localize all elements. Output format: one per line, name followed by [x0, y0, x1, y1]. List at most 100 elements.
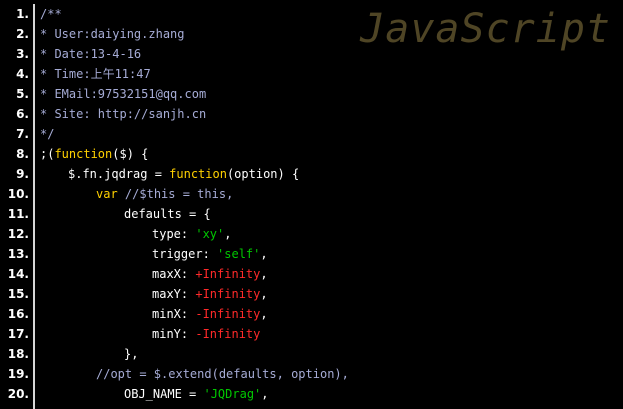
line-code: * Site: http://sanjh.cn [40, 104, 206, 124]
code-editor: JavaScript 1./** 2. * User:daiying.zhang 3.… [0, 0, 623, 409]
code-token-string: 'JQDrag' [203, 387, 262, 401]
line-number: 2. [16, 27, 29, 41]
code-token-string: 'self' [217, 247, 261, 261]
code-token-plain: type: [152, 227, 196, 241]
line-code: }, [124, 344, 138, 364]
code-token-plain: maxX: [152, 267, 196, 281]
code-line: 20. OBJ_NAME = 'JQDrag', [0, 384, 623, 404]
code-line: 4. * Time:上午11:47 [0, 64, 623, 84]
line-code: //opt = $.extend(defaults, option), [96, 364, 349, 384]
code-line: 11. defaults = { [0, 204, 623, 224]
code-token-comment: * Site: http://sanjh.cn [40, 107, 207, 121]
code-token-number: -Infinity [195, 307, 261, 321]
code-token-keyword: function [54, 147, 113, 161]
code-token-comment: //opt = $.extend(defaults, option), [96, 367, 349, 381]
line-code: * Time:上午11:47 [40, 64, 151, 84]
line-number: 19. [7, 367, 29, 381]
code-token-plain: , [260, 247, 268, 261]
line-code: var //$this = this, [96, 184, 233, 204]
line-code: * EMail:97532151@qq.com [40, 84, 206, 104]
line-code: OBJ_NAME = 'JQDrag', [124, 384, 269, 404]
code-token-comment: * EMail:97532151@qq.com [40, 87, 207, 101]
code-token-plain: ;( [40, 147, 55, 161]
code-token-plain: OBJ_NAME = [124, 387, 204, 401]
line-number: 11. [7, 207, 29, 221]
code-line: 9. $.fn.jqdrag = function(option) { [0, 164, 623, 184]
code-token-plain: (option) { [226, 167, 300, 181]
line-code: ;(function($) { [40, 144, 148, 164]
line-number: 7. [16, 127, 29, 141]
code-token-plain: ($) { [112, 147, 149, 161]
line-number: 8. [16, 147, 29, 161]
line-number: 12. [7, 227, 29, 241]
line-number: 16. [7, 307, 29, 321]
line-number: 18. [7, 347, 29, 361]
code-token-comment: * Time:上午11:47 [40, 67, 151, 81]
code-token-plain: maxY: [152, 287, 196, 301]
code-line: 5. * EMail:97532151@qq.com [0, 84, 623, 104]
line-number: 1. [16, 7, 29, 21]
line-number: 4. [16, 67, 29, 81]
code-line: 3. * Date:13-4-16 [0, 44, 623, 64]
line-number: 20. [7, 387, 29, 401]
line-code: trigger: 'self', [152, 244, 268, 264]
code-line: 18.}, [0, 344, 623, 364]
code-token-plain: trigger: [152, 247, 218, 261]
code-token-plain: , [224, 227, 232, 241]
code-line: 14. maxX: +Infinity, [0, 264, 623, 284]
line-number: 14. [7, 267, 29, 281]
code-token-plain: defaults = { [124, 207, 211, 221]
code-token-comment: //$this = this, [124, 187, 234, 201]
code-token-comment: * Date:13-4-16 [40, 47, 142, 61]
code-token-plain: , [260, 287, 268, 301]
code-token-number: +Infinity [195, 267, 261, 281]
line-code: * Date:13-4-16 [40, 44, 141, 64]
code-line: 12. type: 'xy', [0, 224, 623, 244]
line-code: minY: -Infinity [152, 324, 260, 344]
line-code: type: 'xy', [152, 224, 232, 244]
code-token-plain: , [261, 387, 269, 401]
code-token-plain: , [260, 267, 268, 281]
line-number: 15. [7, 287, 29, 301]
line-number: 5. [16, 87, 29, 101]
line-number: 13. [7, 247, 29, 261]
line-code: $.fn.jqdrag = function(option) { [68, 164, 299, 184]
code-line: 7. */ [0, 124, 623, 144]
line-number: 17. [7, 327, 29, 341]
line-code: /** [40, 4, 62, 24]
code-line: 16. minX: -Infinity, [0, 304, 623, 324]
code-token-plain: , [260, 307, 268, 321]
line-code: */ [40, 124, 54, 144]
line-number: 6. [16, 107, 29, 121]
code-token-comment: /** [40, 7, 62, 21]
code-token-comment: */ [40, 127, 55, 141]
code-token-plain: minY: [152, 327, 196, 341]
code-token-plain: $.fn.jqdrag = [68, 167, 170, 181]
code-line: 6. * Site: http://sanjh.cn [0, 104, 623, 124]
code-token-string: 'xy' [195, 227, 225, 241]
line-code: maxY: +Infinity, [152, 284, 268, 304]
code-token-keyword: var [96, 187, 118, 201]
line-number: 10. [7, 187, 29, 201]
code-token-comment: * User:daiying.zhang [40, 27, 185, 41]
code-line: 13. trigger: 'self', [0, 244, 623, 264]
code-line: 10. var //$this = this, [0, 184, 623, 204]
line-code: defaults = { [124, 204, 211, 224]
code-token-plain: minX: [152, 307, 196, 321]
code-line: 2. * User:daiying.zhang [0, 24, 623, 44]
line-number: 3. [16, 47, 29, 61]
code-line: 19. //opt = $.extend(defaults, option), [0, 364, 623, 384]
line-number: 9. [16, 167, 29, 181]
code-lines: 1. /** 2. * User:daiying.zhang 3. * Date:13-4… [0, 4, 623, 404]
code-line: 15. maxY: +Infinity, [0, 284, 623, 304]
code-line: 17. minY: -Infinity [0, 324, 623, 344]
code-line: 1. /** [0, 4, 623, 24]
line-code: * User:daiying.zhang [40, 24, 185, 44]
code-token-number: +Infinity [195, 287, 261, 301]
code-token-plain: }, [124, 347, 139, 361]
code-token-keyword: function [169, 167, 227, 181]
line-code: maxX: +Infinity, [152, 264, 268, 284]
code-line: 8. ;(function($) { [0, 144, 623, 164]
code-token-number: -Infinity [195, 327, 261, 341]
